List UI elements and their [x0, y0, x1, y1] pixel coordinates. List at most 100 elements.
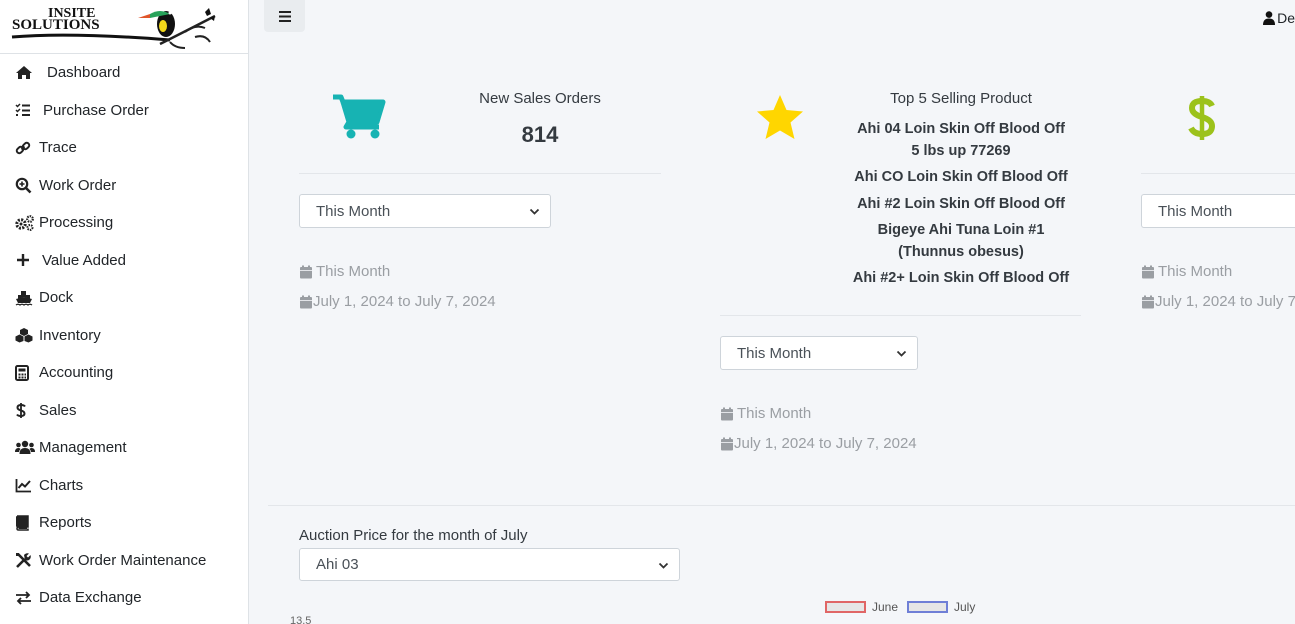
calendar-icon	[721, 437, 733, 450]
auction-product-select[interactable]: Ahi 03	[299, 548, 680, 581]
plus-icon	[15, 252, 35, 268]
users-icon	[15, 440, 35, 456]
calculator-icon	[15, 364, 35, 381]
sidebar-item-label: Value Added	[42, 251, 126, 269]
product-line: Bigeye Ahi Tuna Loin #1	[877, 222, 1045, 238]
legend-july[interactable]: July	[907, 600, 975, 614]
sidebar-item-label: Purchase Order	[43, 101, 149, 119]
period-label: This Month	[1158, 263, 1233, 280]
y-axis-tick: 13.5	[290, 615, 312, 624]
user-name: De	[1277, 10, 1295, 26]
auction-label: Auction Price for the month of July	[299, 527, 528, 544]
sidebar-item-trace[interactable]: Trace	[0, 129, 248, 167]
date-range-text: July 1, 2024 to July 7, 2024	[313, 293, 496, 310]
calendar-icon	[1142, 265, 1154, 278]
sidebar-item-inventory[interactable]: Inventory	[0, 317, 248, 355]
sidebar-item-processing[interactable]: Processing	[0, 204, 248, 242]
calendar-icon	[300, 295, 312, 308]
sidebar-toggle-button[interactable]	[264, 0, 305, 32]
sidebar-item-purchase-order[interactable]: Purchase Order	[0, 92, 248, 130]
select-value: This Month	[1158, 202, 1233, 220]
link-icon	[15, 140, 35, 156]
exchange-icon	[15, 590, 35, 606]
sidebar-item-value-added[interactable]: Value Added	[0, 242, 248, 280]
user-icon	[1263, 11, 1276, 25]
user-menu[interactable]: De	[1263, 10, 1295, 26]
legend-label: July	[954, 600, 976, 614]
chevron-down-icon	[896, 350, 907, 357]
select-value: This Month	[737, 344, 812, 362]
sales-orders-title: New Sales Orders	[479, 90, 601, 107]
product-line: Ahi 04 Loin Skin Off Blood Off	[857, 121, 1065, 137]
dollar-sign-icon	[1188, 96, 1216, 140]
ship-icon	[15, 290, 35, 306]
sales-orders-value: 814	[521, 122, 559, 147]
calendar-icon	[1142, 295, 1154, 308]
card-divider	[299, 173, 661, 174]
date-range-text: July 1, 2024 to July 7, 2024	[734, 435, 917, 452]
cubes-icon	[15, 327, 35, 343]
legend-swatch-june	[825, 601, 866, 613]
legend-june[interactable]: June	[825, 600, 898, 614]
shopping-cart-icon	[333, 94, 386, 139]
sidebar-item-sales[interactable]: Sales	[0, 392, 248, 430]
sidebar-item-label: Reports	[39, 514, 92, 532]
sidebar-item-reports[interactable]: Reports	[0, 504, 248, 542]
chart-line-icon	[15, 477, 35, 493]
sidebar: INSITE SOLUTIONS Dashboard Purchase Orde…	[0, 0, 249, 624]
book-icon	[15, 515, 35, 531]
sidebar-item-label: Sales	[39, 401, 77, 419]
sidebar-item-label: Data Exchange	[39, 589, 142, 607]
legend-swatch-july	[907, 601, 948, 613]
sidebar-item-label: Trace	[39, 139, 77, 157]
list-check-icon	[15, 102, 35, 118]
top-products-title: Top 5 Selling Product	[890, 90, 1032, 107]
sidebar-item-label: Processing	[39, 214, 114, 232]
sidebar-item-label: Management	[39, 439, 127, 457]
sidebar-item-label: Dock	[39, 289, 74, 307]
sidebar-item-label: Charts	[39, 476, 84, 494]
section-divider	[268, 505, 1295, 506]
sidebar-item-accounting[interactable]: Accounting	[0, 354, 248, 392]
product-line: Ahi CO Loin Skin Off Blood Off	[854, 169, 1068, 185]
card-divider	[1141, 173, 1295, 174]
product-line: Ahi #2 Loin Skin Off Blood Off	[857, 196, 1065, 212]
chevron-down-icon	[658, 562, 669, 569]
star-icon	[757, 95, 803, 139]
calendar-icon	[721, 407, 733, 420]
dollar-icon	[15, 402, 35, 418]
date-range-text: July 1, 2024 to July 7	[1155, 293, 1295, 310]
period-label: This Month	[737, 405, 812, 422]
sidebar-item-dock[interactable]: Dock	[0, 279, 248, 317]
legend-label: June	[872, 600, 899, 614]
sidebar-item-work-order[interactable]: Work Order	[0, 167, 248, 205]
sidebar-item-label: Work Order Maintenance	[39, 551, 207, 569]
sidebar-item-work-order-maintenance[interactable]: Work Order Maintenance	[0, 542, 248, 580]
sales-orders-period-select[interactable]: This Month	[299, 194, 551, 228]
search-plus-icon	[15, 177, 35, 194]
period-label: This Month	[316, 263, 391, 280]
product-line: (Thunnus obesus)	[898, 244, 1024, 260]
revenue-date-range: July 1, 2024 to July 7	[1141, 293, 1295, 310]
product-line: Ahi #2+ Loin Skin Off Blood Off	[852, 270, 1070, 286]
card-divider	[720, 315, 1081, 316]
sidebar-item-management[interactable]: Management	[0, 429, 248, 467]
calendar-icon	[300, 265, 312, 278]
sidebar-item-data-exchange[interactable]: Data Exchange	[0, 579, 248, 617]
select-value: This Month	[316, 202, 391, 220]
top-products-period-select[interactable]: This Month	[720, 336, 918, 370]
top-products-date-range: July 1, 2024 to July 7, 2024	[720, 435, 917, 452]
sidebar-item-label: Work Order	[39, 176, 117, 194]
sidebar-item-label: Dashboard	[47, 64, 121, 82]
sidebar-item-label: Inventory	[39, 326, 101, 344]
revenue-period-select[interactable]: This Month	[1141, 194, 1295, 228]
sidebar-item-charts[interactable]: Charts	[0, 467, 248, 505]
top-products-period: This Month	[720, 405, 811, 422]
select-value: Ahi 03	[316, 556, 359, 573]
sidebar-item-dashboard[interactable]: Dashboard	[0, 54, 248, 92]
brand-line2: SOLUTIONS	[12, 17, 100, 33]
sidebar-nav: Dashboard Purchase Order Trace Work Orde…	[0, 54, 248, 617]
brand-logo[interactable]: INSITE SOLUTIONS	[0, 0, 248, 54]
chevron-down-icon	[529, 208, 540, 215]
home-icon	[15, 65, 35, 81]
